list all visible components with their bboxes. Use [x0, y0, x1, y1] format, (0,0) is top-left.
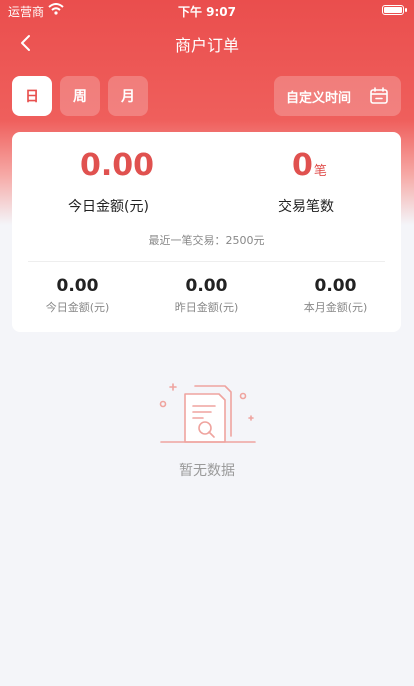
tab-day[interactable]: 日	[12, 76, 52, 116]
transaction-unit: 笔	[313, 164, 327, 179]
empty-document-icon	[159, 383, 256, 443]
custom-time-label: 自定义时间	[286, 90, 352, 106]
stat-label: 今日金额(元)	[45, 301, 110, 314]
stat-label: 昨日金额(元)	[174, 301, 239, 314]
summary-card: 0.00 0笔 今日金额(元) 交易笔数 最近一笔交易：2500元 0.00 今…	[12, 132, 401, 332]
transaction-count: 0笔	[292, 146, 327, 192]
stat-today: 0.00 今日金额(元)	[13, 275, 142, 315]
tab-month[interactable]: 月	[108, 76, 148, 116]
nav-bar: 商户订单	[0, 22, 414, 64]
today-amount-value: 0.00	[80, 148, 155, 183]
divider	[28, 261, 385, 262]
today-amount-label: 今日金额(元)	[68, 199, 149, 215]
stat-label: 本月金额(元)	[303, 301, 368, 314]
status-time: 下午 9:07	[177, 5, 237, 19]
custom-time-button[interactable]: 自定义时间	[274, 76, 401, 116]
status-bar: 运营商 下午 9:07	[0, 0, 414, 22]
last-transaction: 最近一笔交易：2500元	[148, 234, 265, 247]
tab-week[interactable]: 周	[60, 76, 100, 116]
calendar-icon	[370, 87, 388, 104]
empty-state-text: 暂无数据	[179, 463, 235, 479]
stat-value: 0.00	[314, 276, 357, 296]
stat-month: 0.00 本月金额(元)	[271, 275, 400, 315]
stat-yesterday: 0.00 昨日金额(元)	[142, 275, 271, 315]
stat-value: 0.00	[185, 276, 228, 296]
transaction-count-label: 交易笔数	[278, 199, 334, 215]
transaction-count-value: 0	[292, 148, 313, 183]
stat-value: 0.00	[56, 276, 99, 296]
page-title: 商户订单	[174, 36, 239, 55]
battery-icon	[382, 5, 407, 15]
